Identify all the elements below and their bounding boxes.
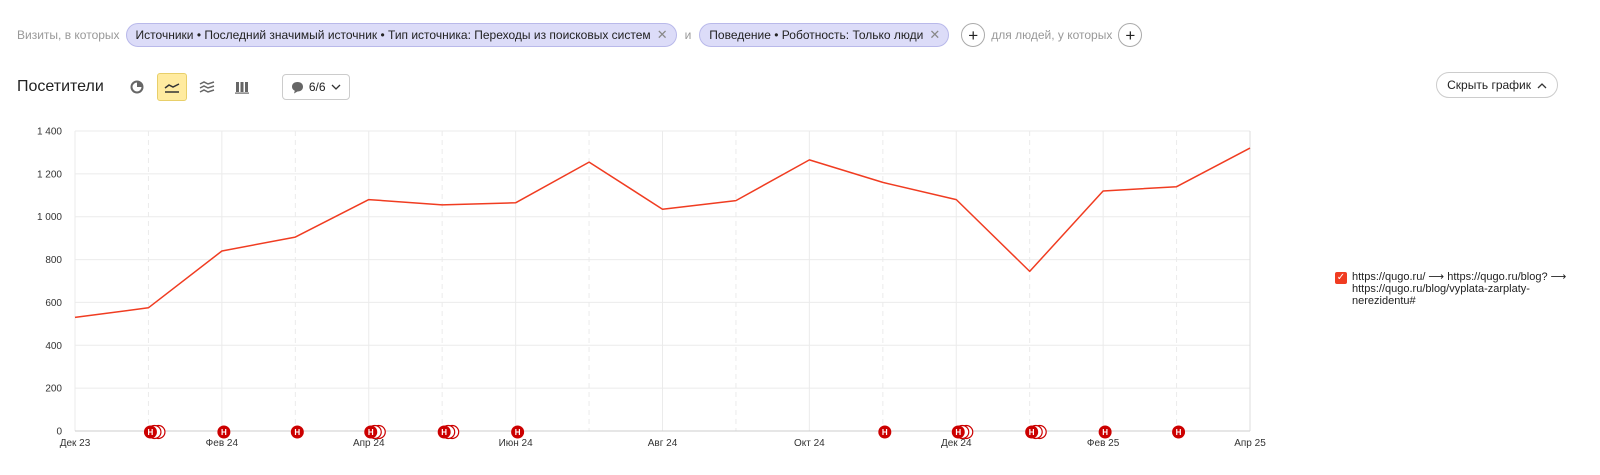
- note-marker-glyph: Н: [148, 428, 154, 437]
- notes-dropdown[interactable]: 6/6: [281, 74, 350, 100]
- chart-title: Посетители: [17, 78, 104, 95]
- note-marker-glyph: Н: [1029, 428, 1035, 437]
- note-marker: Н: [1098, 425, 1112, 439]
- segment-filters: Визиты, в которых Источники • Последний …: [17, 22, 1148, 48]
- x-tick-label: Авг 24: [648, 438, 678, 449]
- add-people-condition-button[interactable]: +: [1118, 23, 1143, 47]
- hide-chart-label: Скрыть график: [1447, 78, 1531, 92]
- add-visit-condition-button[interactable]: +: [961, 23, 986, 47]
- filters-prefix: Визиты, в которых: [17, 28, 120, 42]
- plus-icon: +: [1125, 25, 1136, 45]
- note-marker-glyph: Н: [221, 428, 227, 437]
- filters-conjunction: и: [684, 28, 692, 42]
- chart-legend: ✓ https://qugo.ru/ ⟶ https://qugo.ru/blo…: [1335, 271, 1575, 307]
- filter-chip-behavior-label: Поведение • Роботность: Только люди: [709, 28, 924, 42]
- close-icon[interactable]: ✕: [929, 27, 940, 43]
- note-marker-glyph: Н: [882, 428, 888, 437]
- y-tick-label: 1 000: [37, 212, 62, 223]
- note-marker: Н: [290, 425, 304, 439]
- plus-icon: +: [968, 25, 979, 45]
- filter-chip-source[interactable]: Источники • Последний значимый источник …: [125, 23, 677, 47]
- chart-toolbar: Посетители 6/6: [17, 72, 350, 102]
- line-chart-button[interactable]: [156, 73, 187, 101]
- legend-label: https://qugo.ru/ ⟶ https://qugo.ru/blog?…: [1352, 271, 1567, 307]
- pie-chart-button[interactable]: [122, 73, 152, 101]
- y-tick-label: 800: [45, 255, 62, 266]
- y-tick-label: 1 200: [37, 169, 62, 180]
- note-marker-glyph: Н: [1176, 428, 1182, 437]
- note-marker: Н: [951, 425, 965, 439]
- x-tick-label: Июн 24: [499, 438, 534, 449]
- people-label: для людей, у которых: [991, 28, 1113, 42]
- x-tick-label: Дек 23: [60, 438, 91, 449]
- chevron-up-icon: [1537, 82, 1547, 88]
- note-marker-glyph: Н: [441, 428, 447, 437]
- filter-chip-source-label: Источники • Последний значимый источник …: [135, 28, 651, 42]
- filter-chip-behavior[interactable]: Поведение • Роботность: Только люди ✕: [699, 23, 950, 47]
- x-tick-label: Фев 24: [206, 438, 239, 449]
- y-tick-label: 200: [45, 384, 62, 395]
- close-icon[interactable]: ✕: [657, 27, 668, 43]
- y-tick-label: 1 400: [37, 127, 62, 138]
- area-chart-icon: [199, 81, 215, 93]
- chevron-down-icon: [331, 84, 340, 90]
- comment-icon: [291, 81, 303, 93]
- check-icon: ✓: [1336, 272, 1346, 283]
- area-chart-button[interactable]: [192, 73, 222, 101]
- note-marker: Н: [1172, 425, 1186, 439]
- visitors-line-chart: 0 200 400 600 800 1 000 1 200 1 400 Дек 23 Фев 24…: [37, 127, 1266, 450]
- line-chart-icon: [164, 83, 180, 93]
- note-marker: Н: [437, 425, 451, 439]
- pie-chart-icon: [130, 80, 144, 94]
- bar-chart-icon: [234, 82, 249, 94]
- note-marker: Н: [364, 425, 378, 439]
- x-tick-label: Окт 24: [794, 438, 825, 449]
- note-marker: Н: [217, 425, 231, 439]
- x-tick-label: Дек 24: [941, 438, 972, 449]
- notes-count: 6/6: [308, 80, 326, 94]
- x-tick-label: Апр 25: [1234, 438, 1266, 449]
- note-marker-glyph: Н: [955, 428, 961, 437]
- note-marker-glyph: Н: [368, 428, 374, 437]
- note-marker: Н: [878, 425, 892, 439]
- x-tick-label: Апр 24: [353, 438, 385, 449]
- x-tick-label: Фев 25: [1087, 438, 1120, 449]
- legend-checkbox[interactable]: ✓: [1335, 272, 1347, 284]
- note-marker: Н: [143, 425, 157, 439]
- note-marker: Н: [1025, 425, 1039, 439]
- bar-chart-button[interactable]: [227, 73, 257, 101]
- note-marker-glyph: Н: [515, 428, 521, 437]
- note-marker-glyph: Н: [294, 428, 300, 437]
- note-marker: Н: [511, 425, 525, 439]
- y-tick-label: 0: [56, 427, 62, 438]
- note-marker-glyph: Н: [1102, 428, 1108, 437]
- y-tick-label: 600: [45, 298, 62, 309]
- y-tick-label: 400: [45, 341, 62, 352]
- hide-chart-button[interactable]: Скрыть график: [1436, 72, 1558, 98]
